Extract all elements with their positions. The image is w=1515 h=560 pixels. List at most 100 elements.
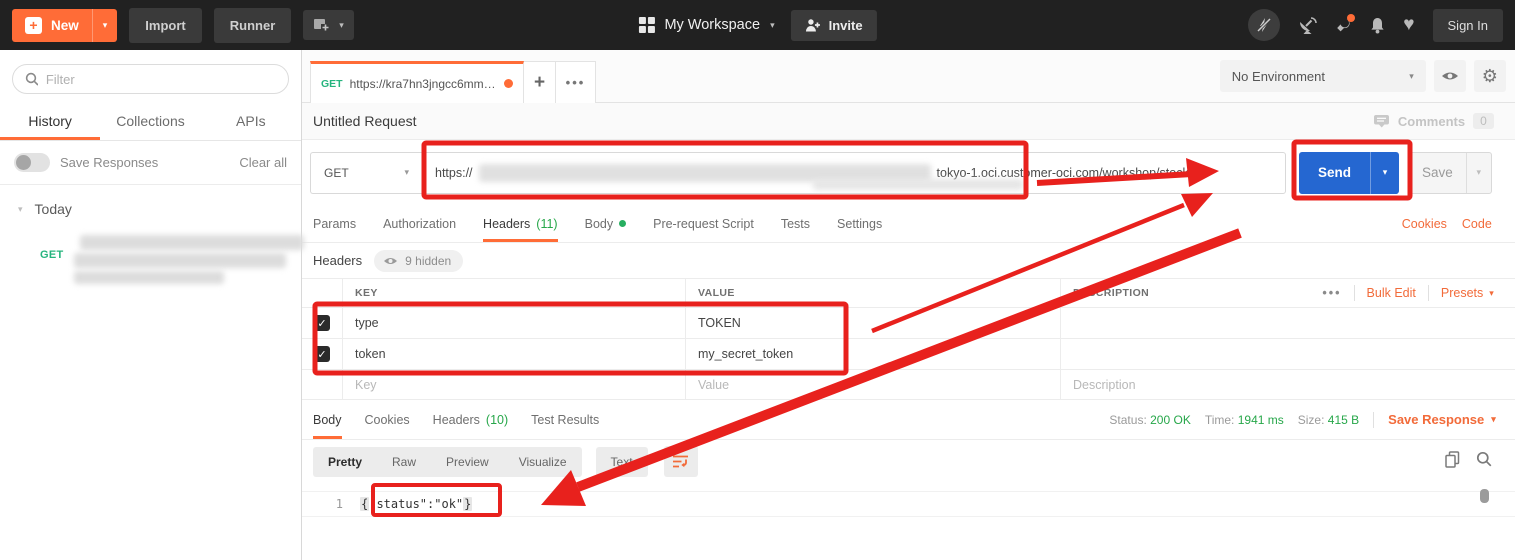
method-label: GET: [324, 166, 349, 180]
tab-history[interactable]: History: [0, 102, 100, 140]
tab-options-button[interactable]: •••: [556, 61, 596, 103]
view-visualize[interactable]: Visualize: [504, 447, 582, 477]
header-key-cell[interactable]: token: [342, 339, 685, 369]
table-header-row: KEY VALUE DESCRIPTION ••• Bulk Edit Pres…: [302, 279, 1515, 308]
new-dropdown-caret[interactable]: ▾: [92, 9, 118, 42]
cookies-link[interactable]: Cookies: [1402, 217, 1447, 231]
tab-test-results[interactable]: Test Results: [531, 400, 599, 439]
search-response-button[interactable]: [1476, 451, 1492, 472]
view-raw[interactable]: Raw: [377, 447, 431, 477]
status-value: 200 OK: [1150, 413, 1191, 427]
response-headers-count: (10): [486, 413, 508, 427]
table-row[interactable]: ✓ token my_secret_token: [302, 339, 1515, 370]
format-selector[interactable]: Text: [596, 447, 648, 477]
table-row-placeholder[interactable]: Key Value Description: [302, 370, 1515, 400]
header-value-cell[interactable]: my_secret_token: [685, 339, 1060, 369]
history-group-today[interactable]: ▾ Today: [0, 185, 301, 225]
new-button[interactable]: + New ▾: [12, 9, 117, 42]
comments-label: Comments: [1398, 114, 1465, 129]
tab-response-cookies[interactable]: Cookies: [365, 400, 410, 439]
header-key-cell[interactable]: type: [342, 308, 685, 338]
notifications-button[interactable]: [1370, 17, 1385, 34]
bulk-edit-link[interactable]: Bulk Edit: [1367, 286, 1416, 300]
copy-response-button[interactable]: [1445, 451, 1460, 473]
chevron-down-icon: ▾: [339, 20, 344, 31]
header-description-cell[interactable]: [1060, 339, 1256, 369]
header-value-cell[interactable]: TOKEN: [685, 308, 1060, 338]
sidebar: History Collections APIs Save Responses …: [0, 50, 302, 560]
row-checkbox-checked[interactable]: ✓: [314, 315, 330, 331]
value-placeholder[interactable]: Value: [685, 370, 1060, 399]
runner-button[interactable]: Runner: [214, 8, 292, 43]
tab-headers[interactable]: Headers(11): [483, 205, 558, 242]
header-description-cell[interactable]: [1060, 308, 1256, 338]
response-json-text: {"status":"ok"}: [360, 497, 472, 511]
request-name[interactable]: Untitled Request: [313, 113, 417, 129]
filter-input[interactable]: [46, 72, 276, 87]
chevron-down-icon: ▾: [770, 20, 775, 31]
history-item-method: GET: [40, 235, 64, 284]
save-button[interactable]: Save ▾: [1408, 152, 1492, 194]
row-checkbox-checked[interactable]: ✓: [314, 346, 330, 362]
view-pretty[interactable]: Pretty: [313, 447, 377, 477]
tab-collections[interactable]: Collections: [100, 102, 200, 140]
view-preview[interactable]: Preview: [431, 447, 504, 477]
presets-dropdown[interactable]: Presets▾: [1441, 286, 1494, 300]
tab-params[interactable]: Params: [313, 205, 356, 242]
tab-response-body[interactable]: Body: [313, 400, 342, 439]
save-responses-label: Save Responses: [60, 155, 158, 170]
tab-settings[interactable]: Settings: [837, 205, 882, 242]
invite-button[interactable]: Invite: [791, 10, 877, 41]
environment-quicklook-button[interactable]: [1434, 60, 1466, 92]
history-item[interactable]: GET: [0, 225, 301, 294]
request-tab-method: GET: [321, 78, 343, 90]
settings-button[interactable]: ⚙: [1474, 60, 1506, 92]
scrollbar-thumb[interactable]: [1480, 489, 1489, 503]
tab-apis[interactable]: APIs: [201, 102, 301, 140]
environment-selector[interactable]: No Environment ▾: [1220, 60, 1426, 92]
tab-response-headers[interactable]: Headers(10): [433, 400, 508, 439]
tab-pre-request-script[interactable]: Pre-request Script: [653, 205, 754, 242]
chevron-down-icon: ▾: [404, 167, 409, 178]
tab-tests[interactable]: Tests: [781, 205, 810, 242]
filter-search[interactable]: [12, 64, 289, 94]
request-tabstrip: GET https://kra7hn3jngcc6mmh7wq... + •••…: [302, 50, 1515, 103]
table-row[interactable]: ✓ type TOKEN: [302, 308, 1515, 339]
new-button-label: New: [51, 18, 79, 33]
api-network-button[interactable]: [1298, 17, 1317, 34]
send-dropdown-caret[interactable]: ▾: [1370, 152, 1399, 194]
add-tab-button[interactable]: +: [524, 61, 556, 103]
import-button[interactable]: Import: [129, 8, 201, 43]
response-body-viewer[interactable]: 1 {"status":"ok"}: [302, 483, 1515, 560]
sign-in-button[interactable]: Sign In: [1433, 9, 1503, 42]
request-tab[interactable]: GET https://kra7hn3jngcc6mmh7wq...: [310, 61, 524, 103]
save-label: Save: [1409, 153, 1466, 193]
description-placeholder[interactable]: Description: [1060, 370, 1256, 399]
tab-body[interactable]: Body: [585, 205, 627, 242]
sync-off-button[interactable]: [1248, 9, 1280, 41]
key-placeholder[interactable]: Key: [342, 370, 685, 399]
column-value: VALUE: [685, 279, 1060, 307]
size-label: Size:: [1298, 413, 1325, 427]
save-dropdown-caret[interactable]: ▾: [1466, 153, 1491, 193]
tab-authorization[interactable]: Authorization: [383, 205, 456, 242]
tools-button[interactable]: [1335, 17, 1352, 34]
sidebar-tabs: History Collections APIs: [0, 102, 301, 141]
workspace-selector[interactable]: My Workspace ▾: [638, 17, 774, 33]
save-response-button[interactable]: Save Response▾: [1388, 412, 1496, 427]
url-input[interactable]: https:// tokyo-1.oci.customer-oci.com/wo…: [422, 152, 1286, 194]
send-button[interactable]: Send ▾: [1299, 152, 1399, 194]
table-options-button[interactable]: •••: [1322, 286, 1341, 300]
new-window-button[interactable]: ▾: [303, 10, 354, 40]
clear-all-link[interactable]: Clear all: [239, 155, 287, 170]
save-responses-toggle[interactable]: [14, 153, 50, 172]
response-view-switch: Pretty Raw Preview Visualize: [313, 447, 582, 477]
hidden-headers-toggle[interactable]: 9 hidden: [374, 250, 463, 272]
comments-button[interactable]: Comments 0: [1373, 113, 1494, 129]
code-link[interactable]: Code: [1462, 217, 1492, 231]
hidden-headers-label: 9 hidden: [405, 254, 451, 268]
app-header: + New ▾ Import Runner ▾ My Workspace ▾ I…: [0, 0, 1515, 50]
wrap-lines-button[interactable]: [664, 446, 698, 477]
method-selector[interactable]: GET ▾: [310, 152, 422, 194]
favorites-button[interactable]: ♥: [1403, 14, 1414, 36]
